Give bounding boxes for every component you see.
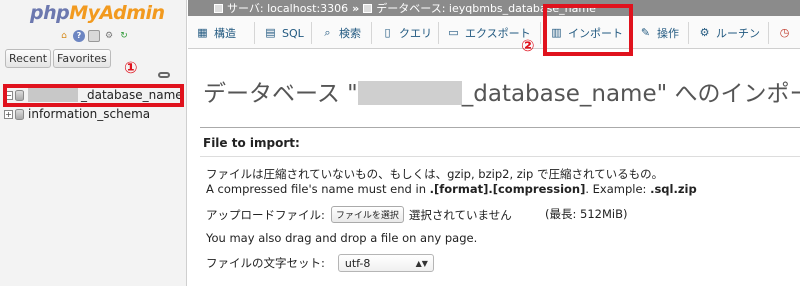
- tab-label: 検索: [339, 27, 361, 40]
- note-format: .[format].[compression]: [429, 182, 586, 196]
- upload-row: アップロードファイル: ファイルを選択 選択されていません: [206, 206, 512, 223]
- upload-label: アップロードファイル:: [206, 207, 325, 222]
- tab-label: クエリ: [399, 27, 432, 40]
- database-icon: [15, 89, 24, 101]
- tab-divider: [688, 22, 689, 44]
- annotation-1: ①: [124, 58, 138, 77]
- collapse-icon[interactable]: −: [4, 90, 13, 100]
- tab-routines[interactable]: ⚙ ルーチン: [698, 20, 760, 46]
- tab-label: インポート: [568, 27, 623, 40]
- clock-icon: ◷: [779, 26, 790, 39]
- server-icon: [214, 3, 223, 13]
- logo-php-text: php: [30, 2, 70, 24]
- search-icon: ⌕: [324, 26, 331, 39]
- breadcrumb-separator: »: [352, 1, 360, 15]
- charset-row: ファイルの文字セット: utf-8 ▲▼: [206, 254, 434, 272]
- tab-divider: [629, 22, 630, 44]
- database-icon: [363, 3, 373, 13]
- database-name[interactable]: _database_name: [81, 88, 183, 102]
- import-icon: ▥: [551, 26, 562, 39]
- help-icon[interactable]: ?: [73, 30, 85, 42]
- export-icon: ▭: [448, 26, 459, 39]
- title-database: _database_name: [461, 81, 657, 107]
- tab-search[interactable]: ⌕ 検索: [321, 20, 361, 46]
- tab-events[interactable]: ◷: [778, 20, 796, 46]
- tab-label: SQL: [282, 26, 304, 40]
- documentation-icon[interactable]: [88, 30, 100, 42]
- fieldset-legend: File to import:: [203, 136, 300, 150]
- drag-drop-hint: You may also drag and drop a file on any…: [206, 231, 478, 245]
- routines-icon: ⚙: [699, 26, 710, 39]
- tab-divider: [540, 22, 541, 44]
- navigation-panel: phpMyAdmin ⌂ ? ⚙ ↻ Recent Favorites ① − …: [0, 0, 187, 286]
- gear-icon[interactable]: ⚙: [103, 30, 115, 42]
- tab-divider: [438, 22, 439, 44]
- annotation-2: ②: [521, 36, 535, 55]
- database-name[interactable]: information_schema: [28, 107, 150, 121]
- breadcrumb-server[interactable]: サーバ: localhost:3306: [227, 0, 348, 16]
- favorites-tab[interactable]: Favorites: [53, 49, 111, 68]
- expand-icon[interactable]: +: [4, 109, 13, 119]
- choose-file-button[interactable]: ファイルを選択: [330, 206, 404, 223]
- query-icon: ▯: [384, 26, 391, 39]
- max-size: (最長: 512MiB): [545, 207, 628, 221]
- breadcrumb: サーバ: localhost:3306 » データベース: ieyqbmbs_d…: [188, 0, 800, 16]
- sql-icon: ▤: [265, 26, 276, 39]
- chevron-updown-icon: ▲▼: [415, 258, 428, 268]
- charset-select[interactable]: utf-8 ▲▼: [337, 254, 434, 272]
- tab-divider: [371, 22, 372, 44]
- logo-myadmin-text: MyAdmin: [69, 2, 165, 24]
- tree-item-database[interactable]: − _database_name: [4, 86, 184, 104]
- tab-divider: [254, 22, 255, 44]
- title-suffix: " へのインポート: [656, 81, 800, 107]
- note-text: A compressed file's name must end in: [206, 182, 430, 196]
- tab-import[interactable]: ▥ インポート: [550, 20, 623, 46]
- home-icon[interactable]: ⌂: [58, 30, 70, 42]
- recent-tab[interactable]: Recent: [5, 49, 52, 68]
- tab-sql[interactable]: ▤ SQL: [264, 20, 304, 46]
- compression-note: ファイルは圧縮されていないもの、もしくは、gzip, bzip2, zip で圧…: [206, 167, 664, 181]
- tab-operations[interactable]: ✎ 操作: [639, 20, 679, 46]
- compression-example: A compressed file's name must end in .[f…: [206, 182, 697, 196]
- structure-icon: ▦: [197, 26, 208, 39]
- redacted-block: [28, 88, 78, 102]
- tab-divider: [768, 22, 769, 44]
- quick-icons: ⌂ ? ⚙ ↻: [58, 30, 130, 42]
- page-title: データベース " _database_name" へのインポート: [203, 74, 800, 108]
- database-icon: [15, 108, 24, 120]
- reload-icon[interactable]: ↻: [118, 30, 130, 42]
- tree-item-information-schema[interactable]: + information_schema: [4, 105, 150, 123]
- tab-divider: [311, 22, 312, 44]
- sidebar-tabs: Recent Favorites: [5, 49, 111, 68]
- charset-label: ファイルの文字セット:: [206, 256, 325, 270]
- tab-query[interactable]: ▯ クエリ: [381, 20, 432, 46]
- tab-structure[interactable]: ▦ 構造: [196, 20, 236, 46]
- no-file-selected: 選択されていません: [408, 207, 512, 222]
- tab-export[interactable]: ▭ エクスポート: [447, 20, 530, 46]
- breadcrumb-database[interactable]: データベース: ieyqbmbs_database_name: [376, 0, 596, 16]
- link-icon[interactable]: [158, 72, 170, 78]
- note-text: . Example:: [585, 182, 651, 196]
- redacted-block: [357, 81, 462, 105]
- charset-value: utf-8: [344, 256, 371, 270]
- wrench-icon: ✎: [640, 26, 651, 39]
- tab-label: 構造: [214, 27, 236, 40]
- divider: [200, 156, 800, 157]
- tab-label: 操作: [657, 27, 679, 40]
- tab-label: ルーチン: [716, 27, 760, 40]
- top-menu-tabs: ▦ 構造 ▤ SQL ⌕ 検索 ▯ クエリ ▭ エクスポート ▥ インポート ✎ 操作 ⚙ ルー…: [188, 16, 800, 49]
- phpmyadmin-logo[interactable]: phpMyAdmin: [30, 2, 165, 24]
- note-example: .sql.zip: [650, 182, 697, 196]
- phpmyadmin-window: phpMyAdmin ⌂ ? ⚙ ↻ Recent Favorites ① − …: [0, 0, 800, 286]
- title-prefix: データベース ": [203, 81, 358, 107]
